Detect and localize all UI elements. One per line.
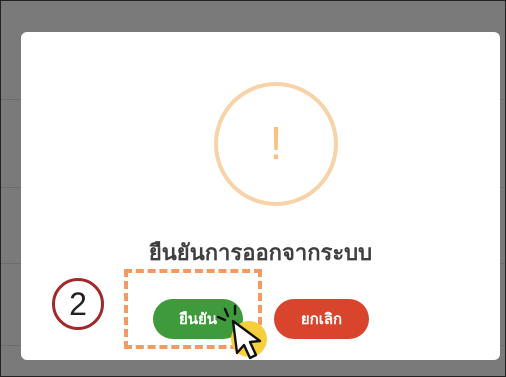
screenshot-frame: ! ยืนยันการออกจากระบบ ยืนยัน ยกเลิก 2 xyxy=(0,0,506,377)
cancel-button[interactable]: ยกเลิก xyxy=(274,299,369,339)
warning-icon-glyph: ! xyxy=(269,117,283,169)
warning-icon: ! xyxy=(214,82,338,206)
step-number-badge: 2 xyxy=(52,278,104,330)
pointer-cursor-icon xyxy=(216,304,267,360)
dialog-title: ยืนยันการออกจากระบบ xyxy=(148,241,373,266)
